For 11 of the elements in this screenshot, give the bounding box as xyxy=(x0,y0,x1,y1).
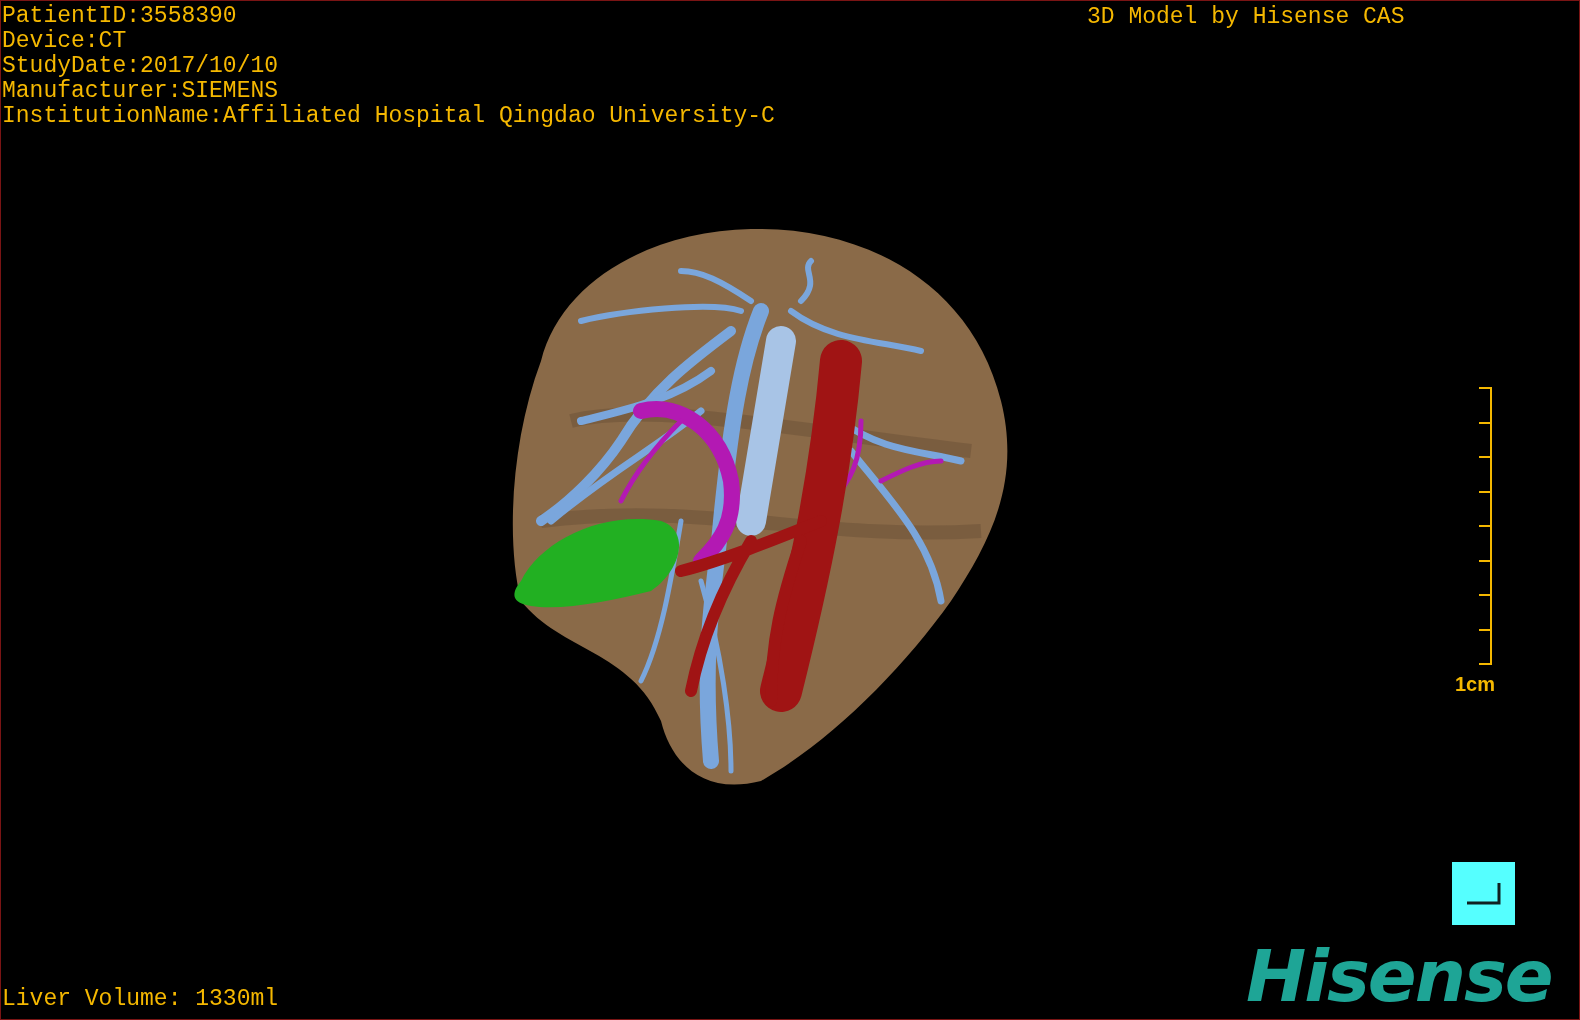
study-info-line: Manufacturer:SIEMENS xyxy=(2,79,280,104)
corner-icon xyxy=(1465,881,1502,906)
brand-logo: Hisense xyxy=(1246,936,1552,1016)
corner-button[interactable] xyxy=(1452,862,1515,925)
scale-label: 1cm xyxy=(1455,672,1496,697)
study-info-line: InstitutionName:Affiliated Hospital Qingdao University-C xyxy=(2,104,775,129)
study-info-line: PatientID:3558390 xyxy=(2,4,238,29)
model-title: 3D Model by Hisense CAS xyxy=(1087,5,1405,30)
study-info-line: StudyDate:2017/10/10 xyxy=(2,54,280,79)
liver-volume: Liver Volume: 1330ml xyxy=(2,987,279,1012)
study-info-line: Device:CT xyxy=(2,29,128,54)
